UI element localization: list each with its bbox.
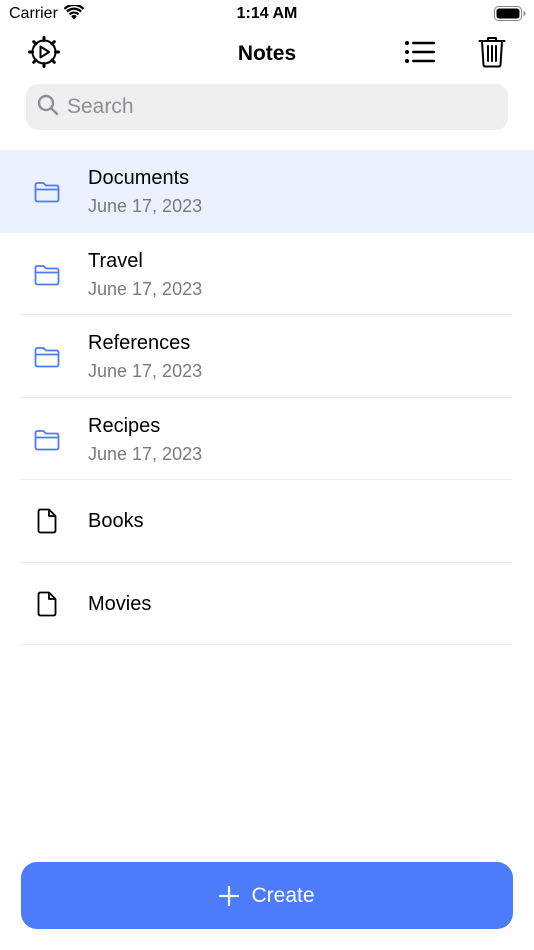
divider (20, 644, 512, 645)
list-view-button[interactable] (402, 36, 438, 72)
search-bar[interactable] (26, 84, 508, 130)
notes-list: Documents June 17, 2023 Travel June 17, … (0, 150, 534, 645)
list-item-title: Movies (88, 592, 152, 615)
search-icon (37, 94, 59, 121)
list-item-travel[interactable]: Travel June 17, 2023 (0, 233, 534, 315)
folder-icon (33, 343, 61, 371)
list-item-date: June 17, 2023 (88, 278, 203, 299)
status-bar: Carrier 1:14 AM (0, 0, 534, 28)
list-item-date: June 17, 2023 (88, 196, 203, 216)
document-icon (33, 507, 61, 535)
list-item-date: June 17, 2023 (88, 443, 203, 464)
list-view-icon (404, 40, 436, 69)
list-item-title: Recipes (88, 414, 161, 437)
page-title: Notes (237, 42, 297, 65)
plus-icon (219, 885, 240, 906)
trash-icon (478, 36, 506, 73)
list-item-date: June 17, 2023 (88, 361, 203, 381)
list-item-movies[interactable]: Movies (0, 563, 534, 645)
folder-icon (33, 261, 61, 289)
list-item-title: Travel (88, 249, 143, 272)
delete-button[interactable] (474, 36, 510, 72)
create-button[interactable]: Create (21, 862, 513, 929)
folder-icon (33, 178, 61, 206)
document-icon (33, 590, 61, 618)
list-item-title: Documents (88, 167, 190, 189)
folder-icon (33, 426, 61, 454)
list-item-title: Books (88, 510, 144, 532)
list-item-recipes[interactable]: Recipes June 17, 2023 (0, 398, 534, 480)
list-item-title: References (88, 332, 191, 354)
navigation-bar: Notes (0, 30, 534, 78)
list-item-references[interactable]: References June 17, 2023 (0, 315, 534, 398)
clock: 1:14 AM (236, 5, 298, 22)
search-input[interactable] (67, 95, 487, 119)
list-item-documents[interactable]: Documents June 17, 2023 (0, 150, 534, 233)
battery-icon (494, 6, 526, 26)
list-item-books[interactable]: Books (0, 480, 534, 563)
create-button-label: Create (251, 883, 315, 907)
